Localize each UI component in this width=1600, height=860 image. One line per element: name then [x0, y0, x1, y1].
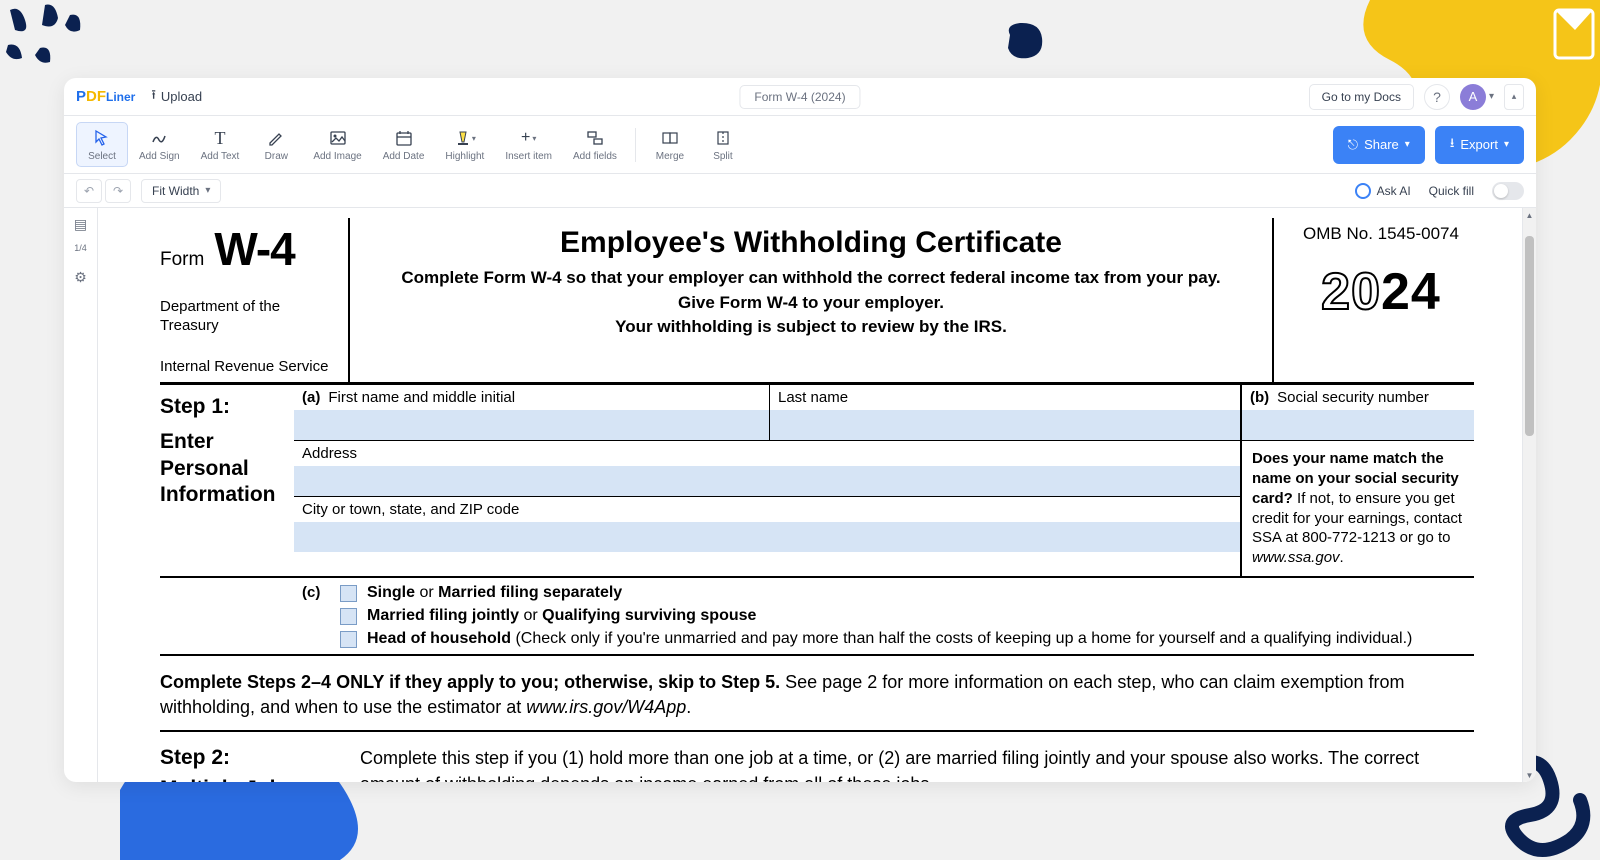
tool-split[interactable]: Split: [697, 123, 749, 166]
step2-p1: Complete this step if you (1) hold more …: [360, 746, 1474, 782]
step1-c-label: (c): [294, 584, 340, 648]
form-page: Form W-4 Department of the Treasury Inter…: [98, 208, 1536, 782]
tool-insert-item[interactable]: +▾Insert item: [495, 123, 562, 166]
chevron-down-icon: ▾: [1405, 139, 1410, 150]
step2-number: Step 2:: [160, 746, 360, 770]
fields-icon: [586, 127, 604, 149]
calendar-icon: [395, 127, 413, 149]
form-year: 2024: [1288, 262, 1474, 322]
address-label: Address: [294, 441, 1240, 466]
expand-button[interactable]: ▴: [1504, 84, 1524, 110]
upload-label: Upload: [161, 89, 202, 104]
avatar-icon: A: [1460, 84, 1486, 110]
scroll-down-icon[interactable]: ▼: [1523, 768, 1536, 782]
checkbox-married-joint[interactable]: [340, 608, 357, 625]
zoom-select[interactable]: Fit Width▾: [141, 179, 221, 203]
first-name-input[interactable]: [294, 410, 769, 440]
ssn-input[interactable]: [1242, 410, 1474, 440]
scrollbar[interactable]: ▲ ▼: [1522, 208, 1536, 782]
app-logo[interactable]: PDFLiner: [76, 88, 135, 105]
dept-irs: Internal Revenue Service: [160, 358, 342, 377]
city-input[interactable]: [294, 522, 1240, 552]
tool-add-date[interactable]: Add Date: [373, 123, 435, 166]
header: PDFLiner ⭱ Upload Form W-4 (2024) Go to …: [64, 78, 1536, 116]
quick-fill-label: Quick fill: [1429, 184, 1474, 198]
omb-number: OMB No. 1545-0074: [1288, 224, 1474, 244]
share-button[interactable]: ⎋Share▾: [1333, 126, 1425, 164]
tool-highlight[interactable]: ▾Highlight: [435, 123, 494, 166]
account-menu[interactable]: A ▾: [1460, 84, 1494, 110]
step2-name: Multiple Jobs or Spouse: [160, 776, 360, 782]
highlight-icon: ▾: [454, 127, 476, 149]
dept-treasury: Department of the Treasury: [160, 298, 342, 336]
chevron-down-icon: ▾: [1489, 91, 1494, 102]
chevron-down-icon: ▾: [1504, 139, 1509, 150]
tool-merge[interactable]: Merge: [644, 123, 696, 166]
merge-icon: [661, 127, 679, 149]
scroll-thumb[interactable]: [1525, 236, 1534, 436]
filing-single-label: Single or Married filing separately: [367, 584, 622, 602]
upload-icon: ⭱: [151, 86, 156, 108]
upload-button[interactable]: ⭱ Upload: [151, 86, 202, 108]
ssn-label: (b)Social security number: [1242, 385, 1474, 410]
tool-add-fields[interactable]: Add fields: [563, 123, 627, 166]
filing-married-label: Married filing jointly or Qualifying sur…: [367, 607, 756, 625]
form-word: Form: [160, 249, 204, 271]
tool-draw[interactable]: Draw: [250, 123, 302, 166]
left-rail: ▤ 1/4 ⚙: [64, 208, 98, 782]
form-code: W-4: [214, 222, 294, 276]
app-window: PDFLiner ⭱ Upload Form W-4 (2024) Go to …: [64, 78, 1536, 782]
cursor-icon: [93, 127, 111, 149]
gear-icon[interactable]: ⚙: [74, 269, 87, 286]
plus-icon: +▾: [521, 127, 536, 149]
checkbox-single[interactable]: [340, 585, 357, 602]
export-button[interactable]: ⭳Export▾: [1435, 126, 1524, 164]
chevron-down-icon: ▾: [205, 185, 210, 196]
sign-icon: [150, 127, 168, 149]
undo-button[interactable]: ↶: [76, 179, 102, 203]
redo-button[interactable]: ↷: [105, 179, 131, 203]
subtoolbar: ↶ ↷ Fit Width▾ Ask AI Quick fill: [64, 174, 1536, 208]
last-name-label: Last name: [770, 385, 1240, 410]
decor-splash-icon: [0, 0, 120, 90]
download-icon: ⭳: [1450, 134, 1455, 156]
ai-icon: [1355, 183, 1371, 199]
checkbox-hoh[interactable]: [340, 631, 357, 648]
ask-ai-button[interactable]: Ask AI: [1355, 183, 1411, 199]
document-title[interactable]: Form W-4 (2024): [739, 85, 860, 109]
toolbar: Select Add Sign TAdd Text Draw Add Image…: [64, 116, 1536, 174]
scroll-up-icon[interactable]: ▲: [1523, 208, 1536, 222]
share-icon: ⎋: [1348, 137, 1358, 153]
text-icon: T: [214, 127, 225, 149]
tool-select[interactable]: Select: [76, 122, 128, 167]
last-name-input[interactable]: [770, 410, 1240, 440]
document-viewport[interactable]: Form W-4 Department of the Treasury Inter…: [98, 208, 1536, 782]
image-icon: [329, 127, 347, 149]
tool-add-sign[interactable]: Add Sign: [129, 123, 190, 166]
tool-add-text[interactable]: TAdd Text: [191, 123, 250, 166]
quick-fill-toggle[interactable]: [1492, 182, 1524, 200]
form-subtitle-3: Your withholding is subject to review by…: [368, 315, 1254, 340]
pencil-icon: [267, 127, 285, 149]
page-indicator: 1/4: [74, 243, 87, 253]
address-input[interactable]: [294, 466, 1240, 496]
city-label: City or town, state, and ZIP code: [294, 497, 1240, 522]
first-name-label: (a)First name and middle initial: [294, 385, 769, 410]
ssn-match-text: Does your name match the name on your so…: [1242, 441, 1474, 576]
intersteps-note: Complete Steps 2–4 ONLY if they apply to…: [160, 656, 1474, 732]
form-subtitle-2: Give Form W-4 to your employer.: [368, 291, 1254, 316]
pages-icon[interactable]: ▤: [74, 216, 87, 233]
help-button[interactable]: ?: [1424, 84, 1450, 110]
form-title: Employee's Withholding Certificate: [368, 226, 1254, 260]
separator: [635, 128, 636, 162]
tool-add-image[interactable]: Add Image: [303, 123, 371, 166]
go-to-docs-button[interactable]: Go to my Docs: [1309, 84, 1414, 110]
split-icon: [714, 127, 732, 149]
step1-number: Step 1:: [160, 395, 288, 419]
decor-blob-icon: [1000, 20, 1050, 65]
filing-hoh-label: Head of household (Check only if you're …: [367, 630, 1412, 648]
form-subtitle-1: Complete Form W-4 so that your employer …: [368, 266, 1254, 291]
step1-name: Enter Personal Information: [160, 429, 288, 508]
